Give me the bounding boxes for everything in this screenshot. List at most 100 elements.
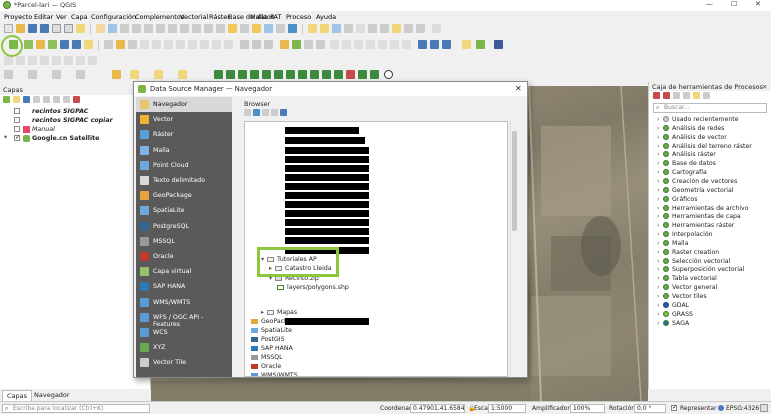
digitize-icon[interactable] — [140, 40, 149, 49]
chevron-right-icon[interactable]: › — [657, 222, 662, 229]
delete-selected-icon[interactable] — [164, 40, 173, 49]
layer-visibility-checkbox[interactable] — [14, 134, 20, 141]
layer-row-manual[interactable]: Manual — [0, 125, 151, 134]
attribute-form-icon[interactable] — [130, 70, 139, 79]
toolbox-item[interactable]: › Malla — [657, 239, 688, 249]
undo-icon[interactable] — [212, 40, 221, 49]
attribute-table-icon[interactable] — [344, 24, 353, 33]
add-raster-layer-icon[interactable] — [48, 40, 57, 49]
remove-layer-icon[interactable] — [73, 96, 80, 103]
reverse-line-icon[interactable] — [366, 40, 375, 49]
toolbox-item[interactable]: › Análisis de redes — [657, 124, 724, 134]
browser-scrollbar[interactable] — [510, 121, 518, 377]
label-tool-icon[interactable] — [240, 40, 249, 49]
filter-legend-icon[interactable] — [33, 96, 40, 103]
sidebar-item-wcs[interactable]: WCS — [136, 325, 232, 340]
sidebar-item-wms-wmts[interactable]: WMS/WMTS — [136, 295, 232, 310]
chevron-right-icon[interactable]: › — [657, 169, 662, 176]
zoom-layer-icon[interactable] — [180, 24, 189, 33]
add-group-icon[interactable] — [13, 96, 20, 103]
intersection-icon[interactable] — [64, 56, 73, 65]
toolbox-item[interactable]: › Tabla vectorial — [657, 275, 717, 284]
add-part-icon[interactable] — [238, 70, 247, 79]
simplify-icon[interactable] — [286, 70, 295, 79]
scripts-icon[interactable] — [663, 92, 670, 99]
zoom-selection-icon[interactable] — [168, 24, 177, 33]
toolbox-item[interactable]: › Análisis de vector — [657, 133, 727, 143]
toolbox-item[interactable]: › Herramientas de capa — [657, 213, 741, 222]
new-bookmark-icon[interactable] — [252, 24, 261, 33]
magnifier-field[interactable]: 100% — [570, 404, 605, 413]
chevron-right-icon[interactable]: › — [657, 266, 662, 273]
fill-ring-icon[interactable] — [250, 70, 259, 79]
collapse-all-icon[interactable] — [63, 96, 70, 103]
delete-part-icon[interactable] — [274, 70, 283, 79]
zoom-rubberband-icon[interactable] — [144, 24, 153, 33]
add-wms-layer-icon[interactable] — [72, 40, 81, 49]
toolbox-item[interactable]: › GRASS — [657, 310, 693, 320]
layer-visibility-checkbox[interactable] — [14, 126, 20, 132]
tree-item-sap-hana[interactable]: SAP HANA — [251, 345, 293, 354]
style-manager-icon[interactable] — [76, 24, 85, 33]
toolbox-item[interactable]: › Base de datos — [657, 160, 716, 169]
plugin-tool-icon[interactable] — [112, 70, 121, 79]
menu-vectorial[interactable]: Vectorial — [180, 13, 208, 21]
pan-to-selection-icon[interactable] — [108, 24, 117, 33]
split-parts-icon[interactable] — [322, 70, 331, 79]
chevron-right-icon[interactable]: › — [657, 240, 662, 247]
expand-all-icon[interactable] — [53, 96, 60, 103]
tree-item-wms-wmts[interactable]: WMS/WMTS — [251, 372, 298, 376]
deselect-all-icon[interactable] — [76, 70, 85, 79]
field-calculator-icon[interactable] — [368, 24, 377, 33]
chevron-right-icon[interactable]: › — [657, 178, 662, 185]
snapping-icon[interactable] — [4, 56, 13, 65]
zoom-full-icon[interactable] — [156, 24, 165, 33]
sidebar-item-sap-hana[interactable]: SAP HANA — [136, 279, 232, 294]
chevron-right-icon[interactable]: › — [657, 320, 662, 327]
zoom-next-icon[interactable] — [216, 24, 225, 33]
zoom-out-icon[interactable] — [132, 24, 141, 33]
show-bookmarks-icon[interactable] — [264, 24, 273, 33]
toolbox-item[interactable]: › Cartografía — [657, 169, 707, 178]
tree-item-postgis[interactable]: PostGIS — [251, 336, 285, 345]
text-annotation-icon[interactable] — [432, 24, 441, 33]
menu-capa[interactable]: Capa — [71, 13, 88, 21]
toolbox-item[interactable]: › Vector general — [657, 284, 717, 293]
toolbox-item[interactable]: › Raster creation — [657, 248, 719, 258]
toolbox-item[interactable]: › Gráficos — [657, 195, 697, 205]
sidebar-item-wfs-ogc-api-features[interactable]: WFS / OGC API - Features — [136, 310, 232, 328]
pan-icon[interactable] — [96, 24, 105, 33]
chevron-right-icon[interactable]: › — [657, 134, 662, 141]
redo-icon[interactable] — [224, 40, 233, 49]
sidebar-item-texto-delimitado[interactable]: Texto delimitado — [136, 173, 232, 188]
rotate-point-icon[interactable] — [402, 40, 411, 49]
refresh-icon[interactable] — [253, 109, 260, 116]
chevron-right-icon[interactable]: ▸ — [261, 309, 266, 316]
sidebar-item-mssql[interactable]: MSSQL — [136, 234, 232, 249]
chevron-right-icon[interactable]: › — [657, 160, 662, 167]
tree-item-spatialite[interactable]: SpatiaLite — [251, 327, 292, 336]
new-print-layout-icon[interactable] — [52, 24, 61, 33]
chevron-right-icon[interactable]: › — [657, 125, 662, 132]
menu-ver[interactable]: Ver — [56, 13, 67, 21]
plugin-icon[interactable] — [292, 40, 301, 49]
toolbox-item[interactable]: › GDAL — [657, 301, 689, 311]
add-csv-layer-icon[interactable] — [84, 40, 93, 49]
edit-features-inplace-icon[interactable] — [693, 92, 700, 99]
collapse-all-icon[interactable] — [271, 109, 278, 116]
feature-action-icon[interactable] — [154, 70, 163, 79]
tracing-icon[interactable] — [76, 56, 85, 65]
tree-item-mapas[interactable]: ▸ Mapas — [261, 309, 297, 318]
dialog-close-button[interactable]: ✕ — [515, 84, 522, 93]
pencil-icon[interactable] — [116, 40, 125, 49]
toolbox-item[interactable]: › Vector tiles — [657, 293, 707, 302]
offset-icon[interactable] — [310, 70, 319, 79]
add-vector-layer-icon[interactable] — [36, 40, 45, 49]
identify-features-icon[interactable] — [308, 24, 317, 33]
toolbox-item[interactable]: › SAGA — [657, 319, 689, 329]
messages-icon[interactable] — [760, 404, 768, 412]
sidebar-item-spatialite[interactable]: SpatiaLite — [136, 203, 232, 218]
new-layer-icon[interactable] — [24, 40, 33, 49]
toolbox-item[interactable]: › Creación de vectores — [657, 177, 737, 187]
select-features-icon[interactable] — [320, 24, 329, 33]
